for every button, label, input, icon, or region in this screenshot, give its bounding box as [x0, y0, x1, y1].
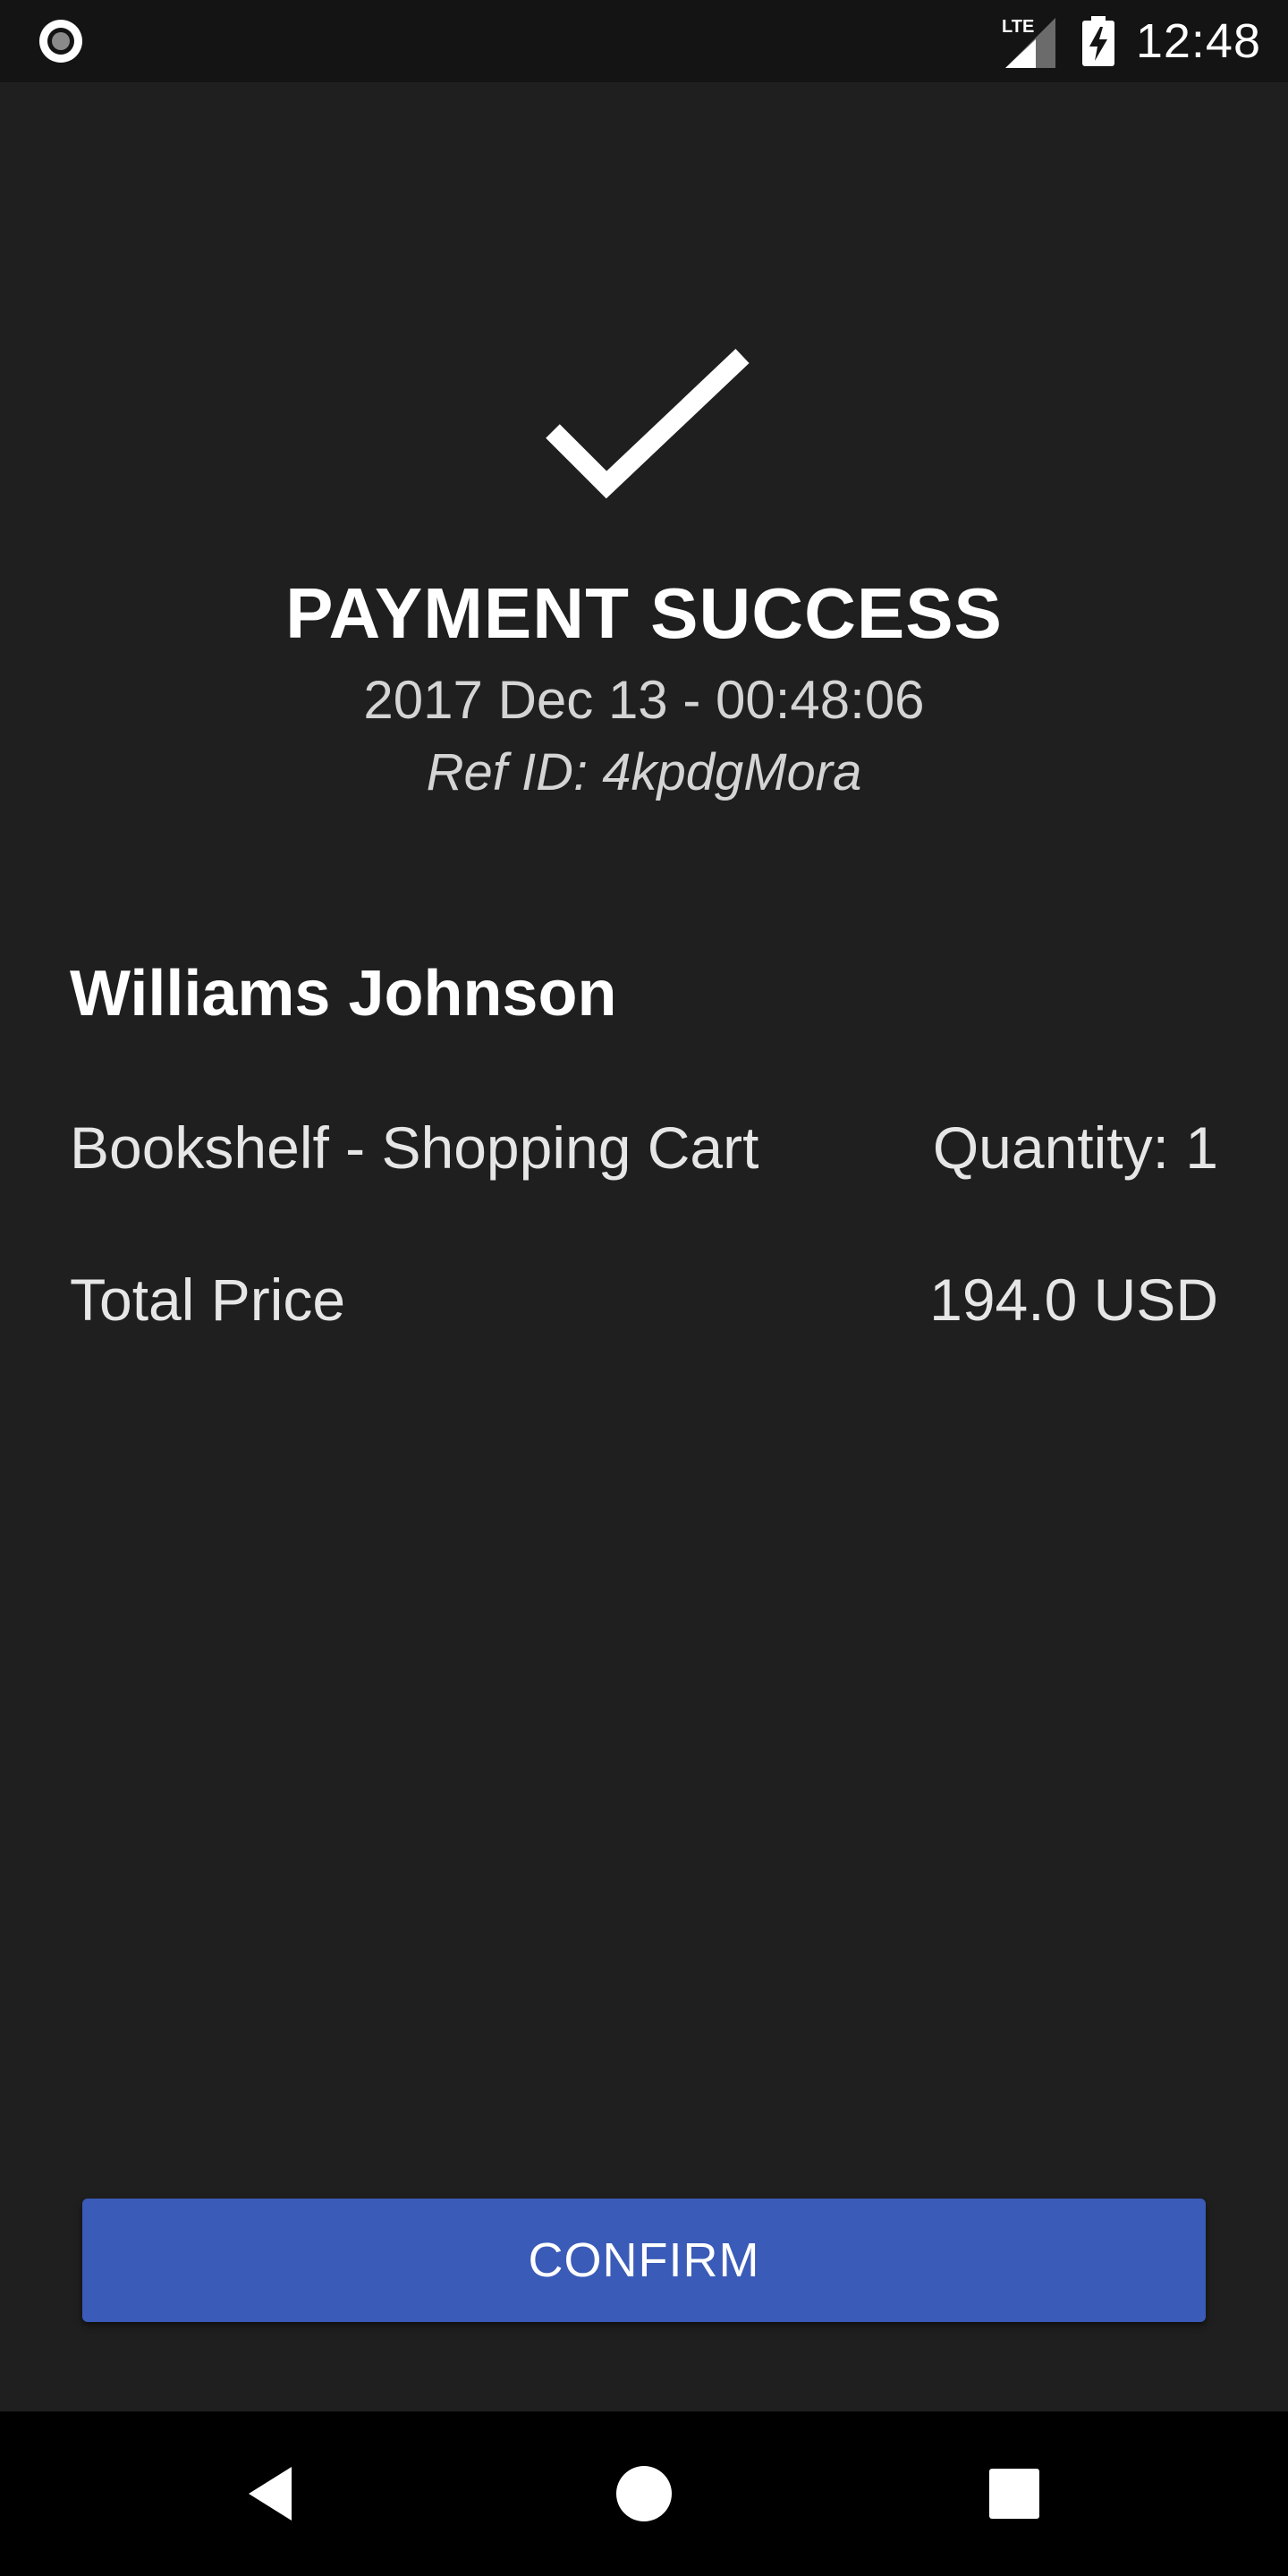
- order-item-label: Bookshelf - Shopping Cart: [70, 1114, 759, 1181]
- payment-ref-id: Ref ID: 4kpdgMora: [426, 743, 862, 801]
- total-price-label: Total Price: [70, 1267, 346, 1333]
- order-total-row: Total Price 194.0 USD: [70, 1266, 1218, 1334]
- record-icon: [39, 20, 82, 63]
- battery-charging-icon: [1081, 16, 1114, 66]
- confirm-button[interactable]: CONFIRM: [82, 2199, 1206, 2322]
- total-price-value: 194.0 USD: [929, 1267, 1218, 1333]
- navigation-bar: [0, 2411, 1288, 2576]
- status-time: 12:48: [1135, 14, 1261, 68]
- customer-name: Williams Johnson: [70, 958, 617, 1030]
- status-bar: LTE 12:48: [0, 0, 1288, 82]
- payment-success-screen: LTE 12:48 PAYMENT SUCCESS 2017 Dec 13 - …: [0, 0, 1288, 2576]
- back-icon[interactable]: [238, 2458, 309, 2529]
- order-quantity: Quantity: 1: [932, 1114, 1218, 1181]
- order-item-row: Bookshelf - Shopping Cart Quantity: 1: [70, 1114, 1218, 1182]
- checkmark-icon: [546, 349, 750, 499]
- network-label: LTE: [1002, 17, 1034, 37]
- home-icon[interactable]: [608, 2458, 680, 2529]
- signal-icon: LTE: [1002, 17, 1055, 68]
- payment-title: PAYMENT SUCCESS: [285, 573, 1003, 653]
- recents-icon[interactable]: [979, 2458, 1050, 2529]
- status-right-group: LTE 12:48: [1002, 0, 1261, 82]
- payment-datetime: 2017 Dec 13 - 00:48:06: [363, 670, 925, 730]
